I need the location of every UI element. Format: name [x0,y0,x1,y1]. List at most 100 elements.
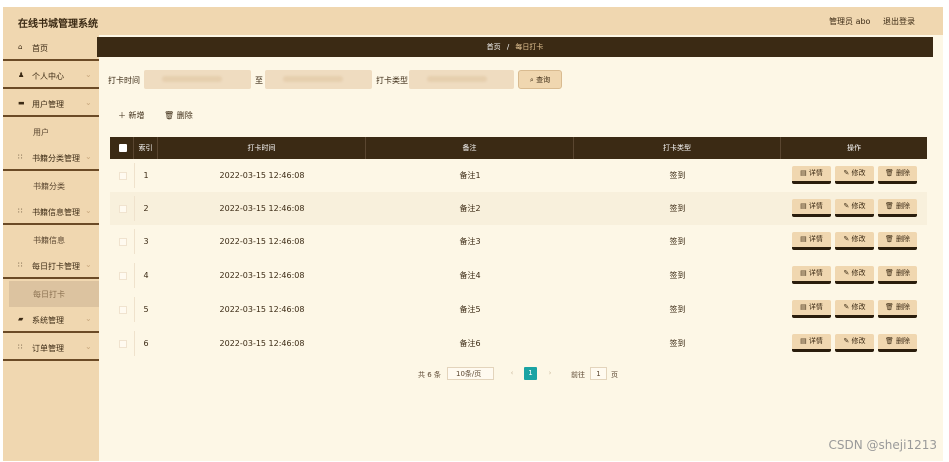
sidebar-subitem-books[interactable]: 书籍信息 [3,227,99,253]
delete-button[interactable]: 🗑 删除 [878,334,917,352]
page-size-select[interactable]: 10条/页 [447,367,494,380]
cell-index: 3 [143,237,149,246]
table-row: 6 2022-03-15 12:46:08 备注6 签到 ▤ 详情 ✎ 修改 🗑… [110,327,927,360]
cell-note: 备注4 [459,271,481,280]
row-checkbox[interactable] [119,205,127,213]
sidebar-item-checkin[interactable]: ∷ 每日打卡管理 ⌄ [3,253,99,279]
breadcrumb-current: 每日打卡 [515,43,544,51]
detail-button[interactable]: ▤ 详情 [792,334,831,352]
add-button[interactable]: ＋ 新增 [118,110,145,121]
detail-button[interactable]: ▤ 详情 [792,166,831,184]
delete-button[interactable]: 🗑 删除 [878,166,917,184]
time-label: 打卡时间 [108,76,140,85]
grid-icon: ∷ [18,207,23,215]
sidebar-item-label: 书籍分类管理 [32,154,80,163]
prev-page-button[interactable]: ‹ [506,367,518,380]
type-input[interactable] [409,70,514,89]
sidebar-subitem-label: 每日打卡 [33,290,65,299]
cell-note: 备注1 [459,171,481,180]
type-label: 打卡类型 [376,76,408,85]
edit-button[interactable]: ✎ 修改 [835,334,874,352]
detail-button[interactable]: ▤ 详情 [792,300,831,318]
batch-delete-button[interactable]: 🗑 删除 [164,110,193,121]
sidebar-item-label: 每日打卡管理 [32,262,80,271]
row-checkbox[interactable] [119,272,127,280]
select-all-checkbox[interactable] [119,144,127,152]
row-checkbox[interactable] [119,172,127,180]
column-header: 索引 [134,137,158,159]
sidebar-item-system[interactable]: ▰ 系统管理 ⌄ [3,307,99,333]
edit-button[interactable]: ✎ 修改 [835,300,874,318]
cell-time: 2022-03-15 12:46:08 [219,271,305,280]
sidebar-item-book-info[interactable]: ∷ 书籍信息管理 ⌄ [3,199,99,225]
next-page-button[interactable]: › [544,367,556,380]
delete-button[interactable]: 🗑 删除 [878,300,917,318]
sidebar: ⌂ 首页 ♟ 个人中心 ⌄ ▬ 用户管理 ⌄ 用户 ∷ 书籍分类管理 ⌄ 书籍分… [3,35,99,461]
row-checkbox[interactable] [119,238,127,246]
delete-button[interactable]: 🗑 删除 [878,266,917,284]
sidebar-item-home[interactable]: ⌂ 首页 [3,35,99,61]
row-checkbox[interactable] [119,340,127,348]
cell-type: 签到 [669,339,686,348]
start-time-input[interactable] [144,70,251,89]
sidebar-subitem-users[interactable]: 用户 [3,119,99,145]
sidebar-subitem-label: 书籍信息 [33,236,65,245]
sidebar-item-profile[interactable]: ♟ 个人中心 ⌄ [3,63,99,89]
chevron-down-icon: ⌄ [85,98,92,107]
cell-index: 2 [143,204,149,213]
select-all-cell [110,137,134,159]
detail-button[interactable]: ▤ 详情 [792,199,831,217]
chevron-down-icon: ⌄ [85,70,92,79]
chevron-down-icon: ⌄ [85,152,92,161]
sidebar-subitem-label: 书籍分类 [33,182,65,191]
edit-button[interactable]: ✎ 修改 [835,232,874,250]
end-time-input[interactable] [265,70,372,89]
edit-button[interactable]: ✎ 修改 [835,266,874,284]
column-header: 备注 [366,137,574,159]
query-button[interactable]: ⌕ 查询 [518,70,562,89]
sidebar-item-label: 系统管理 [32,316,64,325]
detail-button[interactable]: ▤ 详情 [792,266,831,284]
book-icon: ▰ [18,315,24,323]
cell-time: 2022-03-15 12:46:08 [219,305,305,314]
cell-note: 备注3 [459,237,481,246]
sidebar-subitem-checkin[interactable]: 每日打卡 [9,281,99,307]
grid-icon: ∷ [18,343,23,351]
sidebar-item-label: 用户管理 [32,100,64,109]
page-number-current[interactable]: 1 [524,367,537,380]
sidebar-item-book-category[interactable]: ∷ 书籍分类管理 ⌄ [3,145,99,171]
detail-button[interactable]: ▤ 详情 [792,232,831,250]
admin-label[interactable]: 管理员 abo [829,17,870,26]
edit-button[interactable]: ✎ 修改 [835,166,874,184]
sidebar-item-label: 首页 [32,44,48,53]
sidebar-item-users[interactable]: ▬ 用户管理 ⌄ [3,91,99,117]
column-header: 操作 [847,144,861,152]
sidebar-subitem-category[interactable]: 书籍分类 [3,173,99,199]
cell-time: 2022-03-15 12:46:08 [219,237,305,246]
table-row: 2 2022-03-15 12:46:08 备注2 签到 ▤ 详情 ✎ 修改 🗑… [110,192,927,225]
cell-index: 1 [143,171,149,180]
edit-button[interactable]: ✎ 修改 [835,199,874,217]
cell-note: 备注6 [459,339,481,348]
grid-icon: ∷ [18,261,23,269]
table-row: 1 2022-03-15 12:46:08 备注1 签到 ▤ 详情 ✎ 修改 🗑… [110,159,927,192]
cell-index: 6 [143,339,149,348]
row-checkbox[interactable] [119,306,127,314]
cell-type: 签到 [669,171,686,180]
chevron-down-icon: ⌄ [85,260,92,269]
watermark: CSDN @sheji1213 [828,438,937,452]
cell-time: 2022-03-15 12:46:08 [219,171,305,180]
delete-button[interactable]: 🗑 删除 [878,199,917,217]
logout-link[interactable]: 退出登录 [883,17,915,26]
breadcrumb-separator: / [506,43,510,51]
cell-note: 备注5 [459,305,481,314]
breadcrumb-home[interactable]: 首页 [487,43,501,51]
table-row: 5 2022-03-15 12:46:08 备注5 签到 ▤ 详情 ✎ 修改 🗑… [110,293,927,326]
column-header: 打卡时间 [158,137,366,159]
cell-index: 5 [143,305,149,314]
column-header: 打卡类型 [574,137,781,159]
sidebar-item-orders[interactable]: ∷ 订单管理 ⌄ [3,335,99,361]
delete-button[interactable]: 🗑 删除 [878,232,917,250]
goto-page-input[interactable]: 1 [590,367,607,380]
app-title: 在线书城管理系统 [18,19,98,30]
